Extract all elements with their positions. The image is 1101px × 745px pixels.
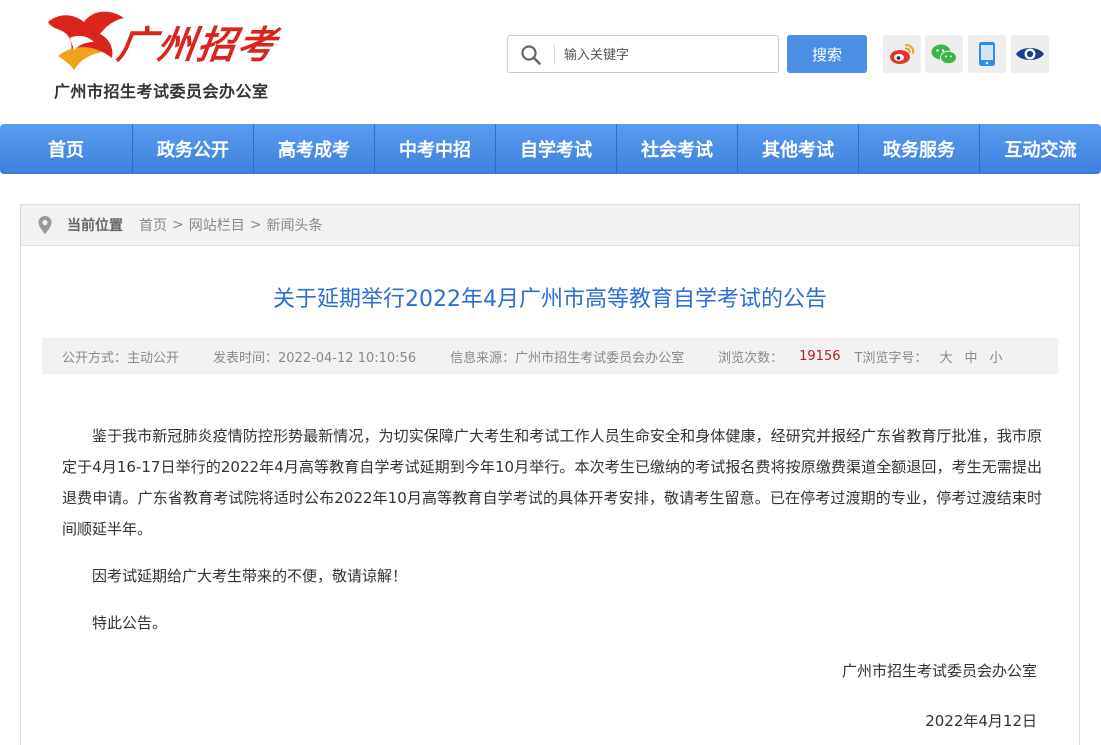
font-size-small-button[interactable]: 小 bbox=[989, 347, 1002, 366]
search-input[interactable] bbox=[564, 42, 764, 68]
weibo-button[interactable] bbox=[883, 35, 921, 73]
nav-item-social-exam[interactable]: 社会考试 bbox=[617, 124, 738, 174]
article-meta: 公开方式：主动公开 发表时间：2022-04-12 10:10:56 信息来源：… bbox=[42, 338, 1058, 374]
mobile-button[interactable] bbox=[968, 35, 1006, 73]
nav-item-interaction[interactable]: 互动交流 bbox=[980, 124, 1101, 174]
search-box bbox=[507, 35, 779, 73]
breadcrumb-headlines[interactable]: 新闻头条 bbox=[266, 215, 322, 235]
article-frame: 当前位置 首页 > 网站栏目 > 新闻头条 关于延期举行2022年4月广州市高等… bbox=[20, 204, 1080, 745]
search-icon bbox=[521, 45, 541, 65]
mobile-icon bbox=[979, 42, 995, 66]
article-paragraph: 鉴于我市新冠肺炎疫情防控形势最新情况，为切实保障广大考生和考试工作人员生命安全和… bbox=[62, 427, 1042, 538]
meta-views-count: 19156 bbox=[799, 348, 841, 364]
eye-icon bbox=[1016, 48, 1044, 60]
wechat-icon bbox=[931, 44, 957, 65]
article-title: 关于延期举行2022年4月广州市高等教育自学考试的公告 bbox=[273, 287, 827, 312]
breadcrumb: 当前位置 首页 > 网站栏目 > 新闻头条 bbox=[21, 205, 1079, 246]
nav-item-gaokao[interactable]: 高考成考 bbox=[254, 124, 375, 174]
meta-views-label: 浏览次数： bbox=[718, 350, 784, 366]
nav-item-gov-service[interactable]: 政务服务 bbox=[859, 124, 980, 174]
weibo-icon bbox=[890, 44, 915, 64]
nav-item-other-exam[interactable]: 其他考试 bbox=[738, 124, 859, 174]
breadcrumb-home[interactable]: 首页 bbox=[139, 215, 167, 235]
site-logo[interactable]: 广州招考 广州市招生考试委员会办公室 bbox=[40, 8, 281, 101]
font-size-large-button[interactable]: 大 bbox=[939, 347, 952, 366]
location-pin-icon bbox=[38, 216, 52, 234]
article-paragraph: 特此公告。 bbox=[92, 614, 168, 632]
nav-item-self-study[interactable]: 自学考试 bbox=[496, 124, 617, 174]
breadcrumb-separator: > bbox=[249, 217, 262, 233]
article-signature: 广州市招生考试委员会办公室 bbox=[841, 662, 1037, 680]
meta-open-mode: 公开方式：主动公开 bbox=[62, 350, 180, 366]
breadcrumb-columns[interactable]: 网站栏目 bbox=[189, 215, 245, 235]
search-divider bbox=[554, 45, 555, 65]
article-paragraph: 因考试延期给广大考生带来的不便，敬请谅解！ bbox=[92, 567, 408, 585]
accessibility-button[interactable] bbox=[1011, 35, 1049, 73]
logo-title: 广州招考 bbox=[114, 22, 281, 67]
article-body: 鉴于我市新冠肺炎疫情防控形势最新情况，为切实保障广大考生和考试工作人员生命安全和… bbox=[62, 421, 1042, 655]
article-date: 2022年4月12日 bbox=[925, 712, 1037, 730]
search-button[interactable]: 搜索 bbox=[787, 35, 867, 73]
nav-item-home[interactable]: 首页 bbox=[0, 124, 133, 174]
meta-publish-time: 发表时间：2022-04-12 10:10:56 bbox=[213, 350, 417, 366]
logo-subtitle: 广州市招生考试委员会办公室 bbox=[54, 82, 269, 101]
wechat-button[interactable] bbox=[925, 35, 963, 73]
breadcrumb-separator: > bbox=[172, 217, 184, 233]
nav-item-zhongkao[interactable]: 中考中招 bbox=[375, 124, 496, 174]
main-nav: 首页 政务公开 高考成考 中考中招 自学考试 社会考试 其他考试 政务服务 互动… bbox=[0, 124, 1101, 174]
meta-source: 信息来源：广州市招生考试委员会办公室 bbox=[450, 350, 685, 366]
meta-font-size-label: T浏览字号： bbox=[854, 350, 928, 366]
site-header: 广州招考 广州市招生考试委员会办公室 搜索 bbox=[0, 0, 1101, 122]
font-size-medium-button[interactable]: 中 bbox=[964, 347, 977, 366]
nav-item-gov-affairs[interactable]: 政务公开 bbox=[133, 124, 254, 174]
breadcrumb-label: 当前位置 bbox=[67, 218, 123, 234]
